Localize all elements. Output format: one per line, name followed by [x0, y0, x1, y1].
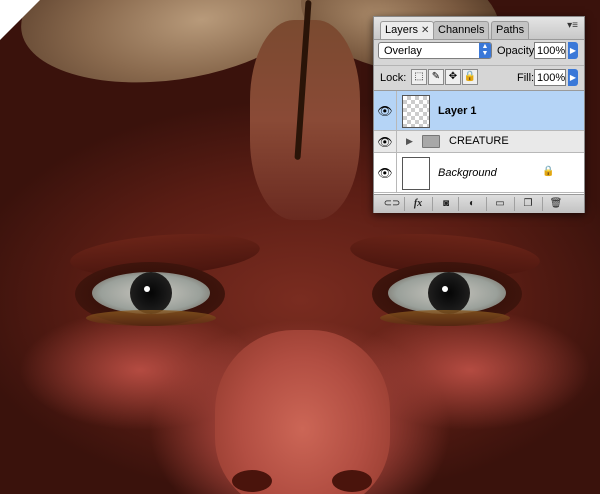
panel-menu-icon[interactable]: ▾≡ [567, 20, 578, 31]
layer-row-creature-group[interactable]: 👁 ▶ CREATURE [374, 131, 584, 153]
eye-right [388, 272, 506, 314]
adjustment-layer-icon[interactable]: ◐ [462, 197, 482, 211]
glint-right [442, 286, 448, 292]
opacity-input[interactable]: 100% [534, 42, 566, 59]
tab-paths-label: Paths [496, 24, 525, 36]
layers-panel: Layers ✕ Channels Paths ▾≡ Overlay ▲ ▼ Opa… [373, 16, 585, 213]
layer-row-background[interactable]: 👁 Background 🔒 [374, 153, 584, 193]
lock-position-move-icon[interactable]: ✥ [445, 69, 461, 85]
folder-icon [422, 135, 440, 148]
panel-tab-bar: Layers ✕ Channels Paths ▾≡ [374, 17, 584, 40]
fx-label: fx [413, 198, 423, 209]
tab-paths[interactable]: Paths [491, 21, 530, 39]
layer-row-layer-1[interactable]: 👁 Layer 1 [374, 91, 584, 131]
lock-image-brush-icon[interactable]: ✎ [428, 69, 444, 85]
tab-channels[interactable]: Channels [433, 21, 490, 39]
separator [458, 197, 459, 211]
iris-right [428, 272, 470, 314]
layers-bottom-bar: ⊂⊃ fx ◙ ◐ ▭ ❐ 🗑 [374, 194, 584, 213]
lower-lid-left [86, 310, 216, 326]
canvas-corner [0, 0, 40, 40]
opacity-label: Opacity: [497, 45, 538, 57]
blend-mode-select[interactable]: Overlay ▲ ▼ [378, 42, 492, 59]
separator [514, 197, 515, 211]
opacity-slider-button[interactable]: ▶ [568, 42, 578, 59]
layer-thumbnail [402, 157, 430, 190]
nostril-right [332, 470, 372, 492]
blend-row: Overlay ▲ ▼ Opacity: 100% ▶ [374, 39, 584, 66]
layer-name: Layer 1 [438, 105, 477, 117]
fill-slider-button[interactable]: ▶ [568, 69, 578, 86]
updown-arrows-icon: ▲ ▼ [479, 43, 491, 58]
tab-layers-label: Layers [385, 24, 419, 36]
separator [432, 197, 433, 211]
lock-transparency-icon[interactable]: ⬚ [411, 69, 427, 85]
iris-left [130, 272, 172, 314]
separator [404, 197, 405, 211]
layer-thumbnail [402, 95, 430, 128]
eye-left [92, 272, 210, 314]
fill-label: Fill: [517, 72, 535, 84]
visibility-eye-icon[interactable]: 👁 [374, 131, 397, 152]
lock-icon: 🔒 [542, 166, 555, 177]
glint-left [144, 286, 150, 292]
tab-layers[interactable]: Layers ✕ [380, 21, 435, 39]
nostril-left [232, 470, 272, 492]
visibility-eye-icon[interactable]: 👁 [374, 153, 397, 192]
link-layers-icon[interactable]: ⊂⊃ [382, 197, 402, 211]
lock-row: Lock: ⬚ ✎ ✥ 🔒 Fill: 100% ▶ [374, 66, 584, 91]
close-icon[interactable]: ✕ [421, 25, 429, 36]
layer-list: 👁 Layer 1 👁 ▶ CREATURE 👁 Background 🔒 [374, 91, 584, 194]
fill-input[interactable]: 100% [534, 69, 566, 86]
lock-all-icon[interactable]: 🔒 [462, 69, 478, 85]
separator [542, 197, 543, 211]
separator [486, 197, 487, 211]
blend-mode-value: Overlay [384, 45, 422, 57]
layer-name: CREATURE [449, 135, 509, 147]
add-mask-icon[interactable]: ◙ [436, 197, 456, 211]
nose [215, 330, 390, 494]
tab-channels-label: Channels [438, 24, 485, 36]
layer-style-fx-button[interactable]: fx [408, 197, 428, 211]
new-layer-icon[interactable]: ❐ [518, 197, 538, 211]
lower-lid-right [380, 310, 510, 326]
disclosure-triangle-icon[interactable]: ▶ [406, 136, 413, 147]
lock-label: Lock: [380, 72, 407, 84]
new-group-folder-icon[interactable]: ▭ [490, 197, 510, 211]
visibility-eye-icon[interactable]: 👁 [374, 91, 397, 130]
layer-name: Background [438, 167, 497, 179]
trash-icon[interactable]: 🗑 [546, 197, 566, 211]
